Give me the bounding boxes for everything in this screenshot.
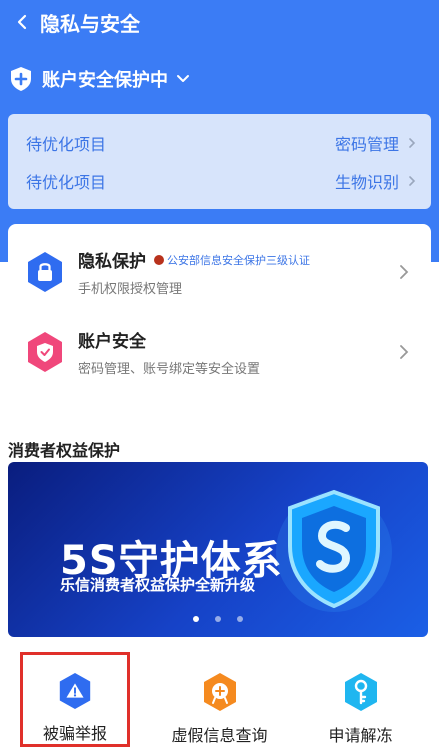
chevron-left-icon (17, 14, 27, 30)
shield-graphic-icon (276, 489, 392, 612)
security-status-text: 账户安全保护中 (42, 70, 168, 91)
account-security-item[interactable]: 账户安全 密码管理、账号绑定等安全设置 (8, 312, 431, 392)
optimize-row-label: 待优化项目 (26, 173, 107, 192)
banner-tagline: 乐信消费者权益保护全新升级 (60, 576, 256, 594)
carousel-indicator (8, 616, 428, 622)
privacy-protection-subtitle: 手机权限授权管理 (78, 282, 183, 297)
optimize-row-value: 密码管理 (334, 135, 399, 154)
police-emblem-icon (154, 254, 164, 265)
unfreeze-request-label: 申请解冻 (328, 726, 393, 745)
settings-card: 隐私保护 公安部信息安全保护三级认证 手机权限授权管理 账户安全 密码管理、账号… (8, 224, 431, 400)
optimize-row-label: 待优化项目 (26, 135, 107, 154)
chevron-right-icon (400, 345, 409, 359)
security-status[interactable]: 账户安全保护中 (10, 62, 190, 96)
fake-badge-icon (203, 673, 236, 711)
carousel-dot[interactable] (215, 616, 221, 622)
optimize-row-password[interactable]: 待优化项目 密码管理 (26, 126, 417, 160)
carousel-dot[interactable] (193, 616, 199, 622)
privacy-protection-item[interactable]: 隐私保护 公安部信息安全保护三级认证 手机权限授权管理 (8, 232, 431, 312)
carousel-dot[interactable] (237, 616, 243, 622)
consumer-protection-title: 消费者权益保护 (8, 441, 121, 460)
back-button[interactable] (0, 0, 44, 44)
certification-text: 公安部信息安全保护三级认证 (167, 253, 310, 267)
account-security-title: 账户安全 (78, 332, 146, 352)
optimization-card: 待优化项目 密码管理 待优化项目 生物识别 (8, 114, 431, 209)
shield-check-icon (28, 332, 62, 372)
promo-banner[interactable]: 5S守护体系 乐信消费者权益保护全新升级 (8, 462, 428, 637)
certification-badge: 公安部信息安全保护三级认证 (154, 252, 310, 268)
chevron-down-icon (177, 75, 189, 82)
chevron-right-icon (409, 176, 416, 186)
optimize-row-value: 生物识别 (334, 173, 399, 192)
lock-icon (28, 252, 62, 292)
page-title: 隐私与安全 (40, 11, 140, 36)
account-security-subtitle: 密码管理、账号绑定等安全设置 (78, 362, 261, 377)
unfreeze-request-button[interactable]: 申请解冻 (290, 652, 431, 747)
warning-icon (59, 672, 91, 710)
shield-plus-icon (11, 67, 31, 91)
fraud-report-button[interactable]: 被骗举报 (20, 652, 130, 747)
privacy-protection-title: 隐私保护 (78, 252, 146, 272)
key-icon (344, 673, 377, 711)
fake-info-query-label: 虚假信息查询 (171, 726, 268, 745)
consumer-tools: 被骗举报 虚假信息查询 申请解冻 (8, 652, 431, 747)
fraud-report-label: 被骗举报 (42, 724, 107, 743)
chevron-right-icon (409, 138, 416, 148)
optimize-row-biometric[interactable]: 待优化项目 生物识别 (26, 164, 417, 198)
top-bar: 隐私与安全 (0, 0, 439, 44)
fake-info-query-button[interactable]: 虚假信息查询 (149, 652, 290, 747)
chevron-right-icon (400, 265, 409, 279)
